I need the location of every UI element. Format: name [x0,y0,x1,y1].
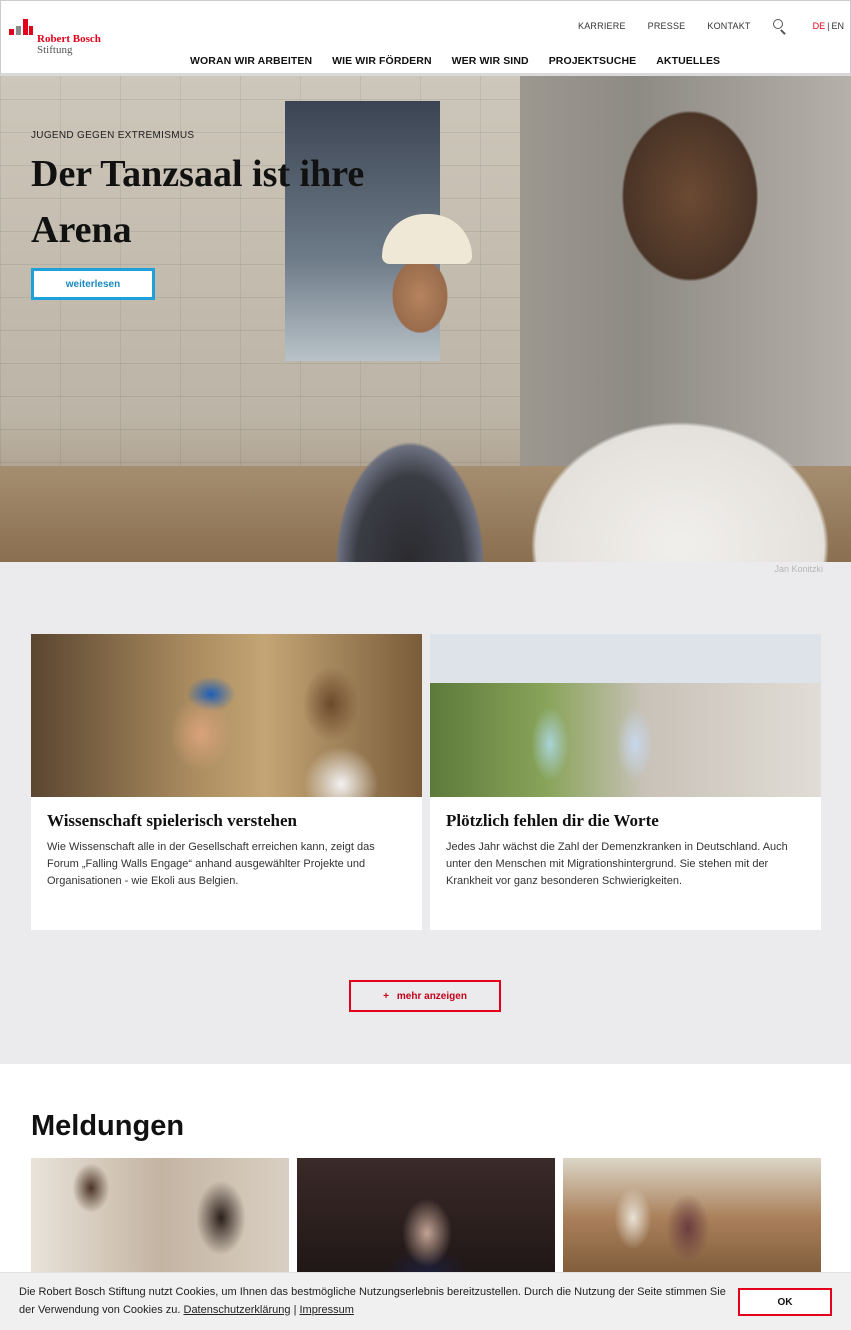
cookie-message: Die Robert Bosch Stiftung nutzt Cookies,… [19,1286,726,1316]
privacy-link[interactable]: Datenschutzerklärung [184,1304,291,1316]
top-nav: KARRIERE PRESSE KONTAKT DE | EN [578,19,844,35]
show-more-button[interactable]: + mehr anzeigen [349,980,501,1012]
photo-credit: Jan Konitzki [774,564,823,574]
read-more-button[interactable]: weiterlesen [31,268,155,300]
teaser-card[interactable]: Plötzlich fehlen dir die Worte Jedes Jah… [430,634,821,930]
search-icon[interactable] [772,19,787,35]
teaser-text: Wie Wissenschaft alle in der Gesellschaf… [47,841,375,887]
logo-text: Robert Bosch Stiftung [37,19,101,56]
show-more-label: mehr anzeigen [396,990,467,1002]
main-nav: WORAN WIR ARBEITEN WIE WIR FÖRDERN WER W… [190,55,740,67]
hero-title: Der Tanzsaal ist ihre Arena [31,153,365,251]
cookie-link-separator: | [293,1304,297,1316]
mainnav-aktuelles[interactable]: AKTUELLES [656,55,720,67]
language-switcher: DE | EN [813,21,844,31]
news-image[interactable] [563,1158,821,1278]
logo[interactable]: Robert Bosch Stiftung [9,19,101,56]
logo-mark-icon [9,19,33,41]
teaser-title[interactable]: Plötzlich fehlen dir die Worte [446,811,805,831]
mainnav-woran-wir-arbeiten[interactable]: WORAN WIR ARBEITEN [190,55,312,67]
lang-de[interactable]: DE [813,21,826,31]
imprint-link[interactable]: Impressum [300,1304,354,1316]
topnav-presse[interactable]: PRESSE [648,21,686,31]
site-header: Robert Bosch Stiftung KARRIERE PRESSE KO… [0,0,851,76]
lang-separator: | [827,21,830,31]
hero-image-person-foreground [470,76,851,562]
news-image[interactable] [31,1158,289,1278]
topnav-karriere[interactable]: KARRIERE [578,21,626,31]
logo-name-line2: Stiftung [37,44,73,56]
topnav-kontakt[interactable]: KONTAKT [707,21,750,31]
hero-category: JUGEND GEGEN EXTREMISMUS [31,130,195,141]
news-section-title: Meldungen [31,1110,185,1142]
mainnav-wie-wir-foerdern[interactable]: WIE WIR FÖRDERN [332,55,432,67]
teaser-card[interactable]: Wissenschaft spielerisch verstehen Wie W… [31,634,422,930]
mainnav-projektsuche[interactable]: PROJEKTSUCHE [549,55,637,67]
plus-icon: + [383,990,389,1002]
news-image[interactable] [297,1158,555,1278]
lang-en[interactable]: EN [831,21,844,31]
cookie-text: Die Robert Bosch Stiftung nutzt Cookies,… [19,1283,729,1319]
teaser-text: Jedes Jahr wächst die Zahl der Demenzkra… [446,841,788,887]
cookie-ok-button[interactable]: OK [738,1288,832,1316]
mainnav-wer-wir-sind[interactable]: WER WIR SIND [452,55,529,67]
teaser-image[interactable] [430,634,821,797]
teaser-image[interactable] [31,634,422,797]
cookie-banner: Die Robert Bosch Stiftung nutzt Cookies,… [0,1272,851,1330]
teaser-title[interactable]: Wissenschaft spielerisch verstehen [47,811,406,831]
